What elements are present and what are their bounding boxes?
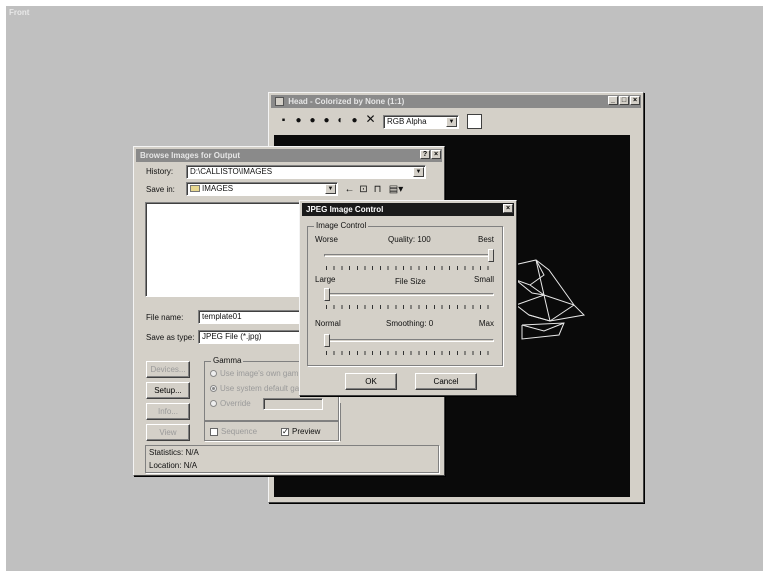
options-group-extension (339, 403, 341, 441)
view-button[interactable]: View (146, 424, 190, 441)
smoothing-slider[interactable] (324, 339, 494, 342)
quality-slider-thumb[interactable] (488, 249, 494, 262)
close-button[interactable]: × (503, 204, 513, 213)
filesize-ticks (326, 305, 492, 309)
jpeg-dialog-title: JPEG Image Control (306, 205, 384, 214)
blue-channel-icon[interactable]: ● (321, 115, 332, 126)
browse-dialog-title: Browse Images for Output (140, 151, 241, 160)
gamma-own-option[interactable]: Use image's own gamma (210, 369, 310, 378)
statistics-text: Statistics: N/A (149, 448, 199, 457)
quality-right-label: Best (477, 235, 494, 244)
filesize-slider-thumb[interactable] (324, 288, 330, 301)
save-in-combo[interactable]: IMAGES ▼ (186, 182, 338, 196)
statistics-panel: Statistics: N/A Location: N/A (145, 445, 439, 473)
info-button[interactable]: Info... (146, 403, 190, 420)
maximize-button[interactable]: □ (619, 96, 629, 105)
help-button[interactable]: ? (420, 150, 430, 159)
view-menu-icon[interactable]: ▤▾ (388, 184, 404, 195)
quality-left-label: Worse (315, 235, 338, 244)
quality-label: Quality: 100 (388, 235, 431, 244)
jpeg-caption-buttons: × (503, 204, 513, 213)
chevron-down-icon[interactable]: ▼ (446, 117, 457, 127)
frame-window-titlebar[interactable]: Head - Colorized by None (1:1) (271, 95, 641, 108)
smoothing-left-label: Normal (315, 319, 341, 328)
gamma-group-title: Gamma (211, 356, 244, 365)
jpeg-dialog: JPEG Image Control × Image Control Worse… (299, 200, 517, 396)
save-in-label: Save in: (146, 185, 175, 194)
browse-dialog-titlebar[interactable]: Browse Images for Output (136, 149, 442, 162)
radio-icon (210, 385, 217, 393)
alpha-channel-icon[interactable]: ● (349, 115, 360, 126)
quality-ticks (326, 266, 492, 270)
new-folder-icon[interactable]: ⊓ (372, 184, 383, 195)
folder-icon (190, 185, 200, 193)
front-viewport[interactable]: Front Head - Colorized by None (1:1) _ □… (6, 6, 763, 571)
chevron-down-icon[interactable]: ▼ (413, 167, 424, 177)
image-control-group: Image Control Worse Quality: 100 Best La… (307, 221, 503, 366)
smoothing-ticks (326, 351, 492, 355)
clear-icon[interactable]: ✕ (365, 113, 376, 125)
up-folder-icon[interactable]: ⊡ (358, 184, 369, 195)
frame-window-title: Head - Colorized by None (1:1) (288, 97, 405, 106)
quality-slider[interactable] (324, 254, 494, 257)
history-label: History: (146, 167, 174, 176)
cancel-button[interactable]: Cancel (415, 373, 477, 390)
minimize-button[interactable]: _ (608, 96, 618, 105)
filesize-slider[interactable] (324, 293, 494, 296)
save-icon[interactable]: ▪ (278, 115, 289, 126)
image-control-title: Image Control (314, 221, 369, 230)
filesize-left-label: Large (315, 275, 336, 284)
devices-button[interactable]: Devices... (146, 361, 190, 378)
chevron-down-icon[interactable]: ▼ (325, 184, 336, 194)
jpeg-dialog-titlebar[interactable]: JPEG Image Control (302, 203, 514, 216)
filesize-right-label: Small (473, 275, 494, 284)
history-combo[interactable]: D:\CALLISTO\IMAGES ▼ (186, 165, 426, 179)
setup-button[interactable]: Setup... (146, 382, 190, 399)
app-icon (275, 97, 284, 107)
color-swatch[interactable] (467, 114, 482, 129)
sequence-checkbox[interactable]: Sequence (210, 427, 257, 436)
checkbox-icon (210, 427, 218, 436)
browse-caption-buttons: ? × (420, 150, 441, 159)
save-as-label: Save as type: (146, 333, 195, 342)
gamma-override-input[interactable] (263, 398, 323, 410)
quality-value: 100 (417, 235, 431, 244)
ok-button[interactable]: OK (345, 373, 397, 390)
close-button[interactable]: × (630, 96, 640, 105)
green-channel-icon[interactable]: ● (307, 115, 318, 126)
channel-select[interactable]: RGB Alpha ▼ (383, 115, 459, 129)
viewport-label: Front (9, 8, 30, 17)
frame-caption-buttons: _ □ × (608, 96, 640, 105)
smoothing-value: 0 (428, 319, 434, 328)
preview-checkbox[interactable]: ✓ Preview (281, 427, 320, 436)
gamma-override-option[interactable]: Override (210, 399, 251, 408)
smoothing-right-label: Max (478, 319, 494, 328)
filesize-label: File Size (395, 277, 426, 286)
location-text: Location: N/A (149, 461, 198, 470)
red-channel-icon[interactable]: ● (293, 115, 304, 126)
check-icon: ✓ (281, 426, 289, 436)
mono-channel-icon[interactable]: ◐ (335, 115, 346, 126)
smoothing-label: Smoothing: 0 (386, 319, 434, 328)
radio-icon (210, 370, 217, 378)
filename-label: File name: (146, 313, 184, 322)
radio-icon (210, 400, 217, 408)
close-button[interactable]: × (431, 150, 441, 159)
back-arrow-icon[interactable]: ← (344, 184, 355, 195)
options-group: Sequence ✓ Preview (204, 421, 339, 441)
smoothing-slider-thumb[interactable] (324, 334, 330, 347)
